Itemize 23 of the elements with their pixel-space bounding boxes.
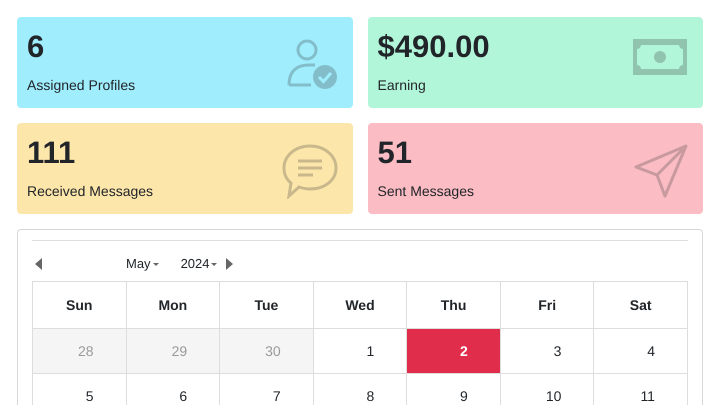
- stat-label: Received Messages: [27, 183, 154, 200]
- stat-value: 6: [27, 29, 44, 65]
- day-cell[interactable]: 1: [314, 329, 408, 374]
- stat-value: $490.00: [378, 29, 490, 65]
- stat-label: Assigned Profiles: [27, 77, 136, 94]
- speech-bubble-icon: [280, 143, 338, 199]
- day-cell[interactable]: 4: [594, 329, 688, 374]
- paper-plane-icon: [633, 143, 689, 199]
- stat-value: 111: [27, 135, 76, 171]
- day-cell[interactable]: 8: [314, 374, 408, 405]
- user-check-icon: [284, 37, 338, 91]
- caret-icon: [152, 262, 159, 266]
- stat-value: 51: [378, 135, 412, 171]
- caret-icon: [211, 262, 218, 266]
- stat-label: Earning: [378, 77, 426, 94]
- day-cell[interactable]: 2: [407, 329, 501, 374]
- day-cell[interactable]: 3: [500, 329, 594, 374]
- stat-label: Sent Messages: [378, 183, 474, 200]
- day-cell[interactable]: 6: [126, 374, 220, 405]
- next-month-button[interactable]: [223, 257, 236, 271]
- month-dropdown[interactable]: May: [126, 254, 159, 274]
- banknote-icon: [631, 37, 689, 77]
- year-dropdown[interactable]: 2024: [180, 254, 218, 274]
